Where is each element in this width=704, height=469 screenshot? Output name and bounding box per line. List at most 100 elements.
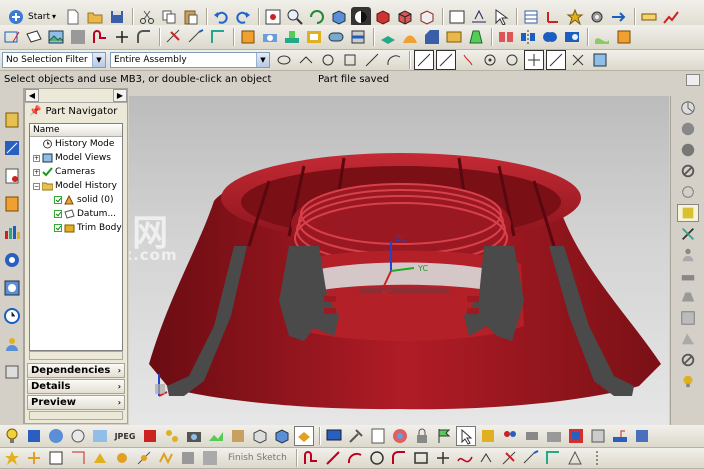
pin-icon[interactable]: 📌 [29, 106, 41, 117]
graphics-window[interactable]: ZC YC XC 莫 西 网 www.3dmox.com [129, 96, 669, 425]
hidden-edge-icon[interactable] [677, 162, 699, 180]
studio-sphere-icon[interactable] [677, 141, 699, 159]
snap-point-icon[interactable] [414, 50, 434, 70]
constraint-icon[interactable] [46, 448, 66, 468]
layer-settings-icon[interactable] [521, 7, 541, 27]
collapse-icon[interactable]: − [33, 182, 40, 190]
image-icon[interactable] [46, 27, 66, 47]
system-materials-icon[interactable] [2, 362, 22, 382]
assembly-navigator-icon[interactable] [2, 110, 22, 130]
camera-icon[interactable] [184, 426, 204, 446]
light-icon[interactable] [677, 372, 699, 390]
tiff-export-icon[interactable] [140, 426, 160, 446]
unite-icon[interactable] [540, 27, 560, 47]
tree-node-model-views[interactable]: + Model Views [30, 151, 122, 165]
tree-horizontal-scrollbar[interactable] [29, 351, 123, 360]
history-icon[interactable] [2, 222, 22, 242]
face-analysis-icon[interactable] [677, 225, 699, 243]
tree-node-history-mode[interactable]: History Mode [30, 137, 122, 151]
flag-icon[interactable] [434, 426, 454, 446]
chamfer-icon[interactable] [422, 27, 442, 47]
fillet-tool-icon[interactable] [389, 448, 409, 468]
palette-icon[interactable] [2, 278, 22, 298]
snap-x-icon[interactable] [568, 50, 588, 70]
material-icon[interactable] [46, 426, 66, 446]
color-picker-icon[interactable] [566, 426, 586, 446]
plus-icon[interactable] [112, 27, 132, 47]
tree-node-cameras[interactable]: + Cameras [30, 165, 122, 179]
dimension-icon[interactable] [68, 448, 88, 468]
person-view-icon[interactable] [677, 246, 699, 264]
reuse-library-icon[interactable] [2, 194, 22, 214]
copy-icon[interactable] [159, 7, 179, 27]
sketch-plane-icon[interactable] [90, 448, 110, 468]
people-icon[interactable] [500, 426, 520, 446]
assembly-icon[interactable] [522, 426, 542, 446]
zoom-icon[interactable] [285, 7, 305, 27]
ground-plane-icon[interactable] [677, 267, 699, 285]
constraint-navigator-icon[interactable] [2, 138, 22, 158]
expression-icon[interactable] [588, 426, 608, 446]
report-icon[interactable] [368, 426, 388, 446]
select-arrow-icon[interactable] [491, 7, 511, 27]
tools-icon[interactable] [346, 426, 366, 446]
add-point-icon[interactable] [24, 448, 44, 468]
pattern-icon[interactable] [496, 27, 516, 47]
red-cube-icon[interactable] [373, 7, 393, 27]
edge-display-icon[interactable] [677, 330, 699, 348]
profile-sketch-icon[interactable] [156, 448, 176, 468]
red-cube-edges-icon[interactable] [395, 7, 415, 27]
studio-spline-icon[interactable] [455, 448, 475, 468]
cut-icon[interactable] [137, 7, 157, 27]
cabinet-icon[interactable] [632, 426, 652, 446]
rectangle-tool-icon[interactable] [411, 448, 431, 468]
snap-perp-icon[interactable] [458, 50, 478, 70]
finish-sketch-button[interactable]: Finish Sketch [228, 453, 287, 463]
lights-icon[interactable] [162, 426, 182, 446]
layer-icon[interactable] [469, 7, 489, 27]
render-icon[interactable] [24, 426, 44, 446]
mirror-icon[interactable] [518, 27, 538, 47]
arc-tool-icon[interactable] [345, 448, 365, 468]
slot-icon[interactable] [326, 27, 346, 47]
extend-icon[interactable] [186, 27, 206, 47]
sketch-grid-icon[interactable] [200, 448, 220, 468]
snap-cross-icon[interactable] [524, 50, 544, 70]
measure-icon[interactable] [639, 7, 659, 27]
profile-tool-icon[interactable] [301, 448, 321, 468]
panel-horizontal-scrollbar[interactable] [29, 411, 123, 420]
background-icon[interactable] [447, 7, 467, 27]
shaded-sphere-icon[interactable] [677, 120, 699, 138]
snap-diag-icon[interactable] [546, 50, 566, 70]
partial-shade-icon[interactable] [676, 204, 699, 222]
grid-icon[interactable] [68, 27, 88, 47]
select-mode-icon[interactable] [456, 426, 476, 446]
snap-line-icon[interactable] [362, 50, 382, 70]
subtract-icon[interactable] [562, 27, 582, 47]
gear-icon[interactable] [587, 7, 607, 27]
snap-arc-icon[interactable] [384, 50, 404, 70]
wireframe-sphere-icon[interactable] [677, 183, 699, 201]
surface-icon[interactable] [592, 27, 612, 47]
make-corner-icon[interactable] [543, 448, 563, 468]
scroll-right-icon[interactable]: ▶ [113, 89, 127, 102]
boss-icon[interactable] [282, 27, 302, 47]
roles-icon[interactable] [2, 334, 22, 354]
color-wheel-icon[interactable] [390, 426, 410, 446]
sketch-constraint-icon[interactable] [565, 448, 585, 468]
sim-icon[interactable] [478, 426, 498, 446]
datum-plane-icon[interactable] [24, 27, 44, 47]
update-model-icon[interactable] [178, 448, 198, 468]
filter-arrow-icon[interactable] [609, 7, 629, 27]
snap-endpoint-icon[interactable] [274, 50, 294, 70]
name-column-header[interactable]: Name [30, 124, 122, 137]
sphere-view-icon[interactable] [677, 99, 699, 117]
new-file-icon[interactable] [63, 7, 83, 27]
image-export-icon[interactable] [90, 426, 110, 446]
camera-grey-icon[interactable] [544, 426, 564, 446]
snap-quadrant-icon[interactable] [502, 50, 522, 70]
fit-view-icon[interactable] [263, 7, 283, 27]
monitor-icon[interactable] [324, 426, 344, 446]
active-tool-icon[interactable] [294, 426, 314, 446]
clock-icon[interactable] [2, 306, 22, 326]
